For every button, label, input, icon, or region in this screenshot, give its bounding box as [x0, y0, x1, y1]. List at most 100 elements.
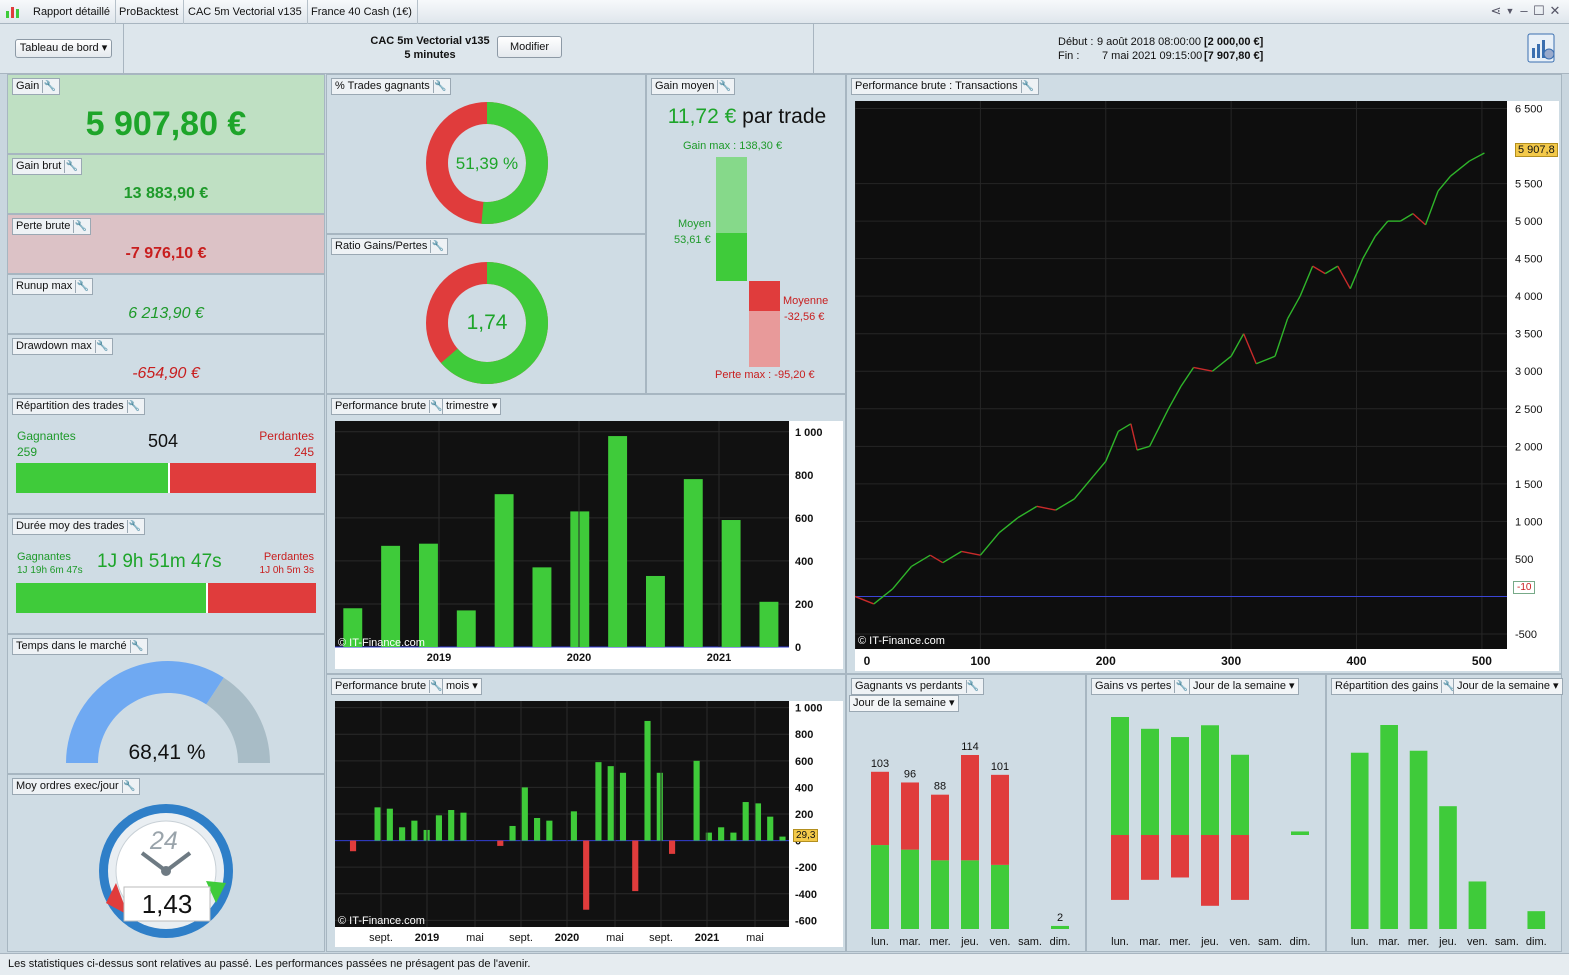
x-tick-label: 500 [1472, 654, 1492, 668]
wrench-icon[interactable]: 🔧 [1174, 680, 1188, 693]
pct-trades-panel: % Trades gagnants 🔧 51,39 % [326, 74, 646, 234]
bar [448, 810, 455, 841]
end-value: [7 907,80 €] [1204, 50, 1264, 62]
wrench-icon[interactable]: 🔧 [73, 220, 87, 233]
repartition-gains-panel: Répartition des gains 🔧 Jour de la semain… [1326, 674, 1563, 952]
x-tick-label: 2019 [415, 932, 439, 944]
perf-trimestre-chart: 1 000 800 600 400 200 0 2019 2020 2021 [335, 421, 823, 664]
y-tick-label: 3 000 [1515, 366, 1543, 378]
x-tick-label: jeu. [960, 936, 979, 948]
bar-gains [1231, 754, 1249, 835]
x-tick-label: mar. [1139, 936, 1160, 948]
x-tick-label: dim. [1050, 936, 1071, 948]
moyen-value: 53,61 € [674, 234, 711, 246]
close-icon[interactable]: ✕ [1547, 3, 1563, 19]
duree-winners-value: 1J 19h 6m 47s [17, 565, 83, 576]
dashboard-dropdown[interactable]: Tableau de bord ▾ [15, 39, 112, 58]
pct-trades-label: % Trades gagnants 🔧 [331, 78, 451, 95]
bar [374, 807, 381, 841]
wrench-icon[interactable]: 🔧 [429, 400, 443, 413]
repartition-label: Répartition des trades 🔧 [12, 398, 145, 415]
gain-brut-label: Gain brut 🔧 [12, 158, 83, 175]
end-label: Fin : [1058, 50, 1080, 62]
x-tick-label: sept. [509, 932, 533, 944]
wrench-icon[interactable]: 🔧 [42, 80, 56, 93]
gvpt-dropdown[interactable]: Jour de la semaine ▾ [1189, 678, 1299, 695]
x-tick-label: ven. [1467, 936, 1488, 948]
bar [644, 720, 651, 841]
perf-transactions-label: Performance brute : Transactions 🔧 [851, 78, 1039, 95]
y-tick-label: 200 [795, 809, 813, 821]
x-tick-label: mai [466, 932, 484, 944]
duree-avg: 1J 9h 51m 47s [97, 551, 222, 572]
wrench-icon[interactable]: 🔧 [430, 240, 444, 253]
wrench-icon[interactable]: 🔧 [429, 680, 443, 693]
duree-panel: Durée moy des trades 🔧 Gagnantes 1J 19h 6… [7, 514, 325, 634]
start-date: 9 août 2018 08:00:00 [1097, 36, 1201, 48]
gagnants-vs-perdants-label: Gagnants vs perdants 🔧 [851, 678, 984, 695]
gain-moyen-value: 11,72 € par trade [647, 105, 847, 129]
y-tick-label: 1 000 [795, 703, 823, 715]
y-tick-label: 200 [795, 599, 813, 611]
x-tick-label: sam. [1018, 936, 1042, 948]
trimestre-dropdown[interactable]: trimestre ▾ [442, 398, 502, 415]
wrench-icon[interactable]: 🔧 [129, 640, 144, 653]
modify-button[interactable]: Modifier [497, 36, 562, 58]
x-tick-label: 2020 [555, 932, 579, 944]
wrench-icon[interactable]: 🔧 [94, 340, 109, 353]
duree-winners-label: Gagnantes [17, 551, 71, 563]
x-tick-label: mar. [899, 936, 920, 948]
bar [521, 787, 528, 841]
wrench-icon[interactable]: 🔧 [64, 160, 78, 173]
x-tick-label: mer. [1408, 936, 1429, 948]
drawdown-panel: Drawdown max 🔧 -654,90 € [7, 334, 325, 394]
repartition-bar [16, 463, 316, 493]
perf-mois-chart-area: 1 0008006004002000-200-400-600sept.2019m… [335, 701, 843, 947]
wrench-icon[interactable]: 🔧 [965, 680, 980, 693]
losers-label: Perdantes [259, 429, 314, 443]
mois-dropdown-label: mois [446, 680, 470, 692]
wrench-icon[interactable]: 🔧 [75, 280, 89, 293]
tab-rapport[interactable]: Rapport détaillé [28, 0, 117, 24]
minimize-icon[interactable]: – [1516, 3, 1532, 18]
x-tick-label: jeu. [1200, 936, 1219, 948]
tab-probacktest[interactable]: ProBacktest [114, 0, 185, 24]
wrench-icon[interactable]: 🔧 [127, 520, 141, 533]
bar-pertes [1171, 835, 1189, 878]
x-tick-label: sept. [369, 932, 393, 944]
y-tick-label: -200 [795, 862, 817, 874]
tab-instrument[interactable]: France 40 Cash (1€) [306, 0, 418, 24]
mois-last-value: 29,3 [793, 829, 819, 842]
wrench-icon[interactable]: 🔧 [121, 780, 136, 793]
mois-dropdown[interactable]: mois ▾ [442, 678, 482, 695]
x-tick-label: 400 [1347, 654, 1367, 668]
wrench-icon[interactable]: 🔧 [126, 400, 141, 413]
tab-strategy[interactable]: CAC 5m Vectorial v135 [183, 0, 308, 24]
ratio-label: Ratio Gains/Pertes 🔧 [331, 238, 449, 255]
bar [754, 803, 762, 841]
x-tick-label: mer. [929, 936, 950, 948]
x-tick-label: ven. [1230, 936, 1251, 948]
watermark: © IT-Finance.com [858, 635, 945, 647]
duree-bar [16, 583, 316, 613]
wrench-icon[interactable]: 🔧 [1020, 80, 1035, 93]
gvp-dropdown[interactable]: Jour de la semaine ▾ [849, 695, 959, 712]
start-value: [2 000,00 €] [1204, 36, 1264, 48]
watermark: © IT-Finance.com [338, 915, 425, 927]
perf-trimestre-panel: Performance brute 🔧 trimestre ▾ 1 000 800 6… [326, 394, 846, 674]
rg-dropdown[interactable]: Jour de la semaine ▾ [1453, 678, 1563, 695]
losers-count: 245 [293, 445, 314, 459]
bar [607, 766, 614, 841]
start-label: Début : [1058, 36, 1094, 48]
bar-gagnants [1051, 925, 1069, 929]
repartition-panel: Répartition des trades 🔧 Gagnantes 259 50… [7, 394, 325, 514]
x-tick-label: 300 [1221, 654, 1241, 668]
repartition-gains-label: Répartition des gains 🔧 [1331, 678, 1460, 695]
duree-winners-bar [16, 583, 208, 613]
maximize-icon[interactable]: ☐ [1531, 3, 1547, 19]
wrench-icon[interactable]: 🔧 [432, 80, 447, 93]
duree-losers-bar [208, 583, 316, 613]
report-settings-icon[interactable] [1527, 32, 1557, 64]
ordres-value: 1,43 [141, 889, 193, 919]
wrench-icon[interactable]: 🔧 [717, 80, 731, 93]
